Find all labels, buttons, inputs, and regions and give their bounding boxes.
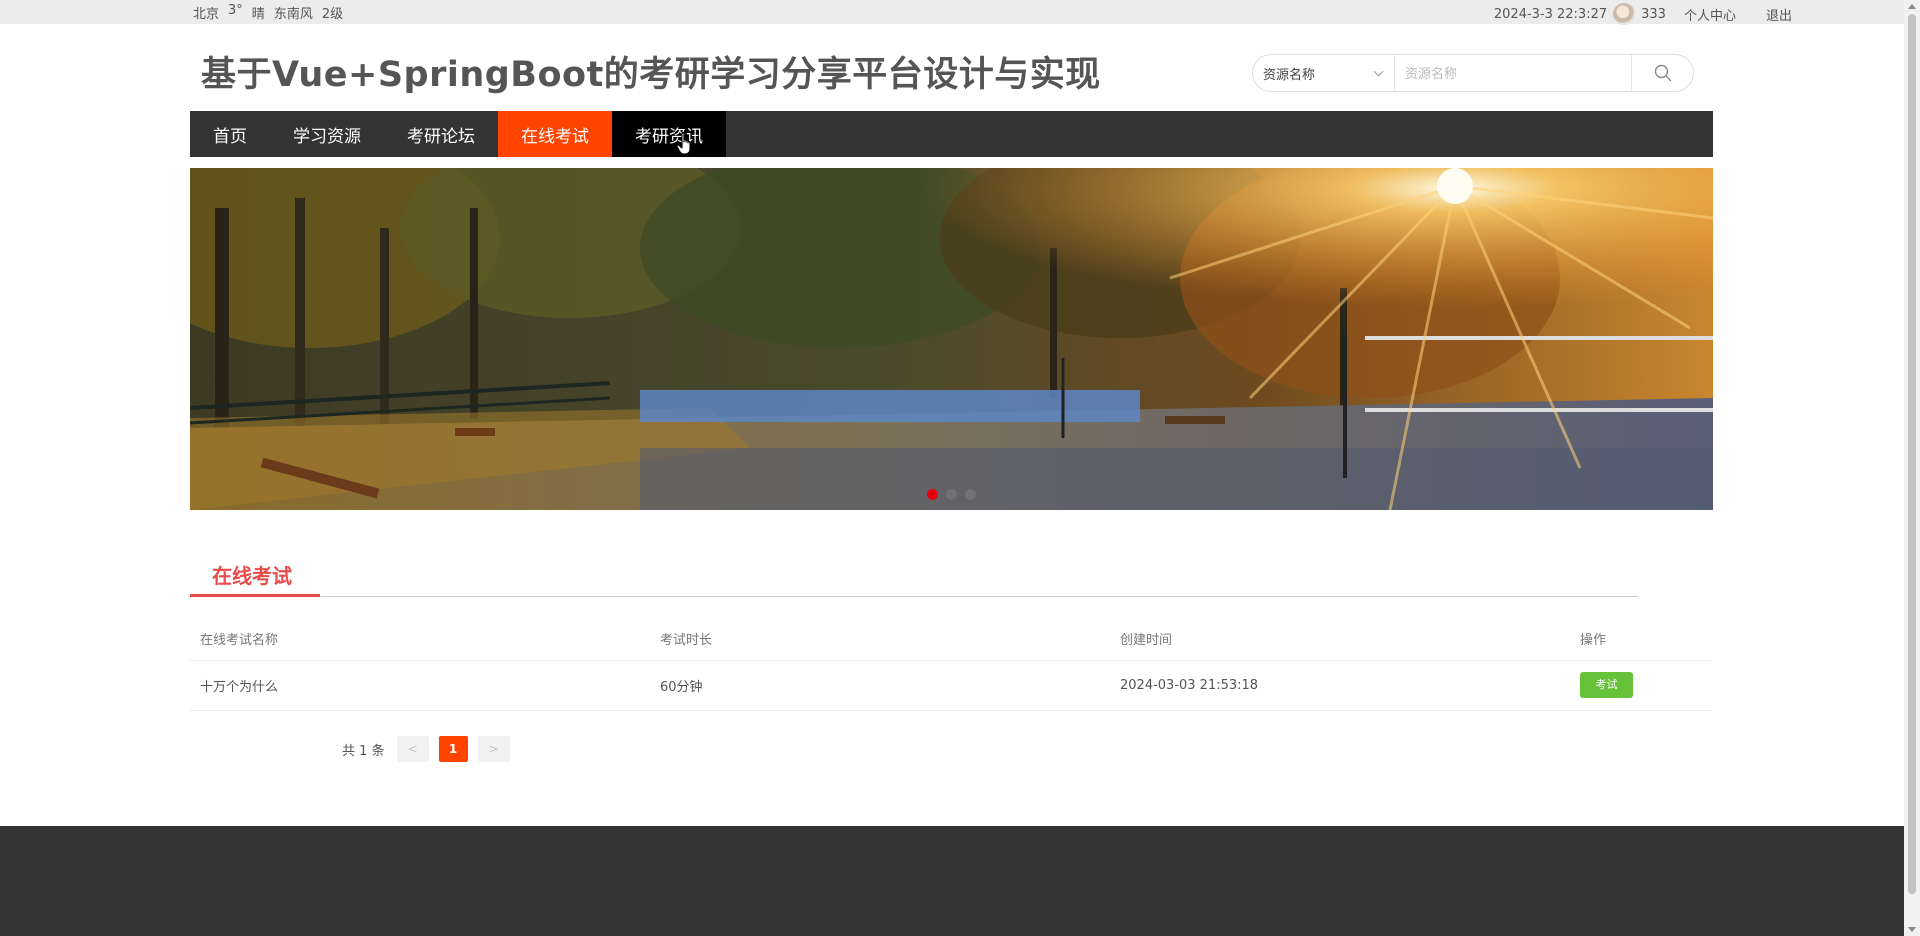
section-divider <box>190 596 1638 597</box>
nav-item-learning-resources[interactable]: 学习资源 <box>270 111 384 157</box>
footer <box>0 826 1904 936</box>
search-input[interactable] <box>1395 55 1631 91</box>
section-title-underline <box>190 594 320 597</box>
site-title: 基于Vue+SpringBoot的考研学习分享平台设计与实现 <box>201 55 1101 95</box>
banner-image <box>190 168 1713 510</box>
nav-item-news[interactable]: 考研资讯 <box>612 111 726 157</box>
exam-action-cell: 考试 <box>1570 660 1713 711</box>
nav-item-home[interactable]: 首页 <box>190 111 270 157</box>
scroll-up-arrow-icon[interactable] <box>1908 4 1916 9</box>
nav-item-label: 考研论坛 <box>407 126 475 147</box>
carousel-indicators <box>190 489 1713 500</box>
column-header: 创建时间 <box>1110 618 1570 661</box>
search-type-select[interactable]: 资源名称 <box>1253 55 1395 91</box>
page-scrollbar[interactable] <box>1904 0 1920 936</box>
section-title: 在线考试 <box>212 564 292 588</box>
carousel-dot[interactable] <box>946 489 957 500</box>
weather-temp: 3° <box>228 3 243 18</box>
exam-duration-cell: 60分钟 <box>650 660 1110 711</box>
nav-item-label: 首页 <box>213 126 247 147</box>
search-icon <box>1654 64 1671 82</box>
take-exam-button[interactable]: 考试 <box>1580 672 1633 698</box>
search-button[interactable] <box>1631 55 1693 91</box>
weather-condition: 晴 <box>251 7 265 22</box>
exam-table: 在线考试名称 考试时长 创建时间 操作 十万个为什么 60分钟 2024-03-… <box>190 618 1713 711</box>
table-row: 十万个为什么 60分钟 2024-03-03 21:53:18 考试 <box>190 660 1713 711</box>
exam-name-cell: 十万个为什么 <box>190 660 650 711</box>
banner-carousel[interactable] <box>190 168 1713 510</box>
datetime: 2024-3-3 22:3:27 <box>1493 6 1608 22</box>
nav-item-online-exam[interactable]: 在线考试 <box>498 111 612 157</box>
nav-item-forum[interactable]: 考研论坛 <box>384 111 498 157</box>
weather-city: 北京 <box>193 7 220 22</box>
main-nav: 首页 学习资源 考研论坛 在线考试 考研资讯 <box>190 111 1713 157</box>
weather-wind-level: 2级 <box>321 7 344 22</box>
chevron-down-icon <box>1373 66 1384 76</box>
hand-cursor-icon <box>676 132 691 155</box>
search-bar: 资源名称 <box>1252 54 1694 92</box>
column-header: 操作 <box>1570 618 1713 661</box>
column-header: 在线考试名称 <box>190 618 650 661</box>
logout-link[interactable]: 退出 <box>1766 5 1792 24</box>
column-header: 考试时长 <box>650 618 1110 661</box>
nav-item-label: 学习资源 <box>293 126 361 147</box>
personal-center-link[interactable]: 个人中心 <box>1684 5 1736 24</box>
prev-page-button[interactable]: < <box>396 736 429 762</box>
search-type-value: 资源名称 <box>1263 67 1316 83</box>
scrollbar-thumb[interactable] <box>1908 14 1916 894</box>
table-header-row: 在线考试名称 考试时长 创建时间 操作 <box>190 618 1713 661</box>
carousel-dot[interactable] <box>965 489 976 500</box>
pagination: 共 1 条 < 1 > <box>342 736 510 762</box>
top-info-bar: 北京 3° 晴 东南风 2级 2024-3-3 22:3:27 333 个人中心… <box>0 0 1904 25</box>
weather-info: 北京 3° 晴 东南风 2级 <box>193 3 343 22</box>
page-number-button[interactable]: 1 <box>438 736 468 762</box>
avatar[interactable] <box>1613 3 1636 25</box>
nav-item-label: 在线考试 <box>521 126 589 147</box>
scroll-down-arrow-icon[interactable] <box>1908 927 1916 932</box>
carousel-dot[interactable] <box>927 489 938 500</box>
user-info: 2024-3-3 22:3:27 333 个人中心 退出 <box>1494 3 1792 25</box>
weather-wind: 东南风 <box>273 7 313 22</box>
next-page-button[interactable]: > <box>477 736 510 762</box>
exam-created-cell: 2024-03-03 21:53:18 <box>1110 660 1570 711</box>
username: 333 <box>1641 6 1666 22</box>
pagination-total: 共 1 条 <box>342 743 385 759</box>
